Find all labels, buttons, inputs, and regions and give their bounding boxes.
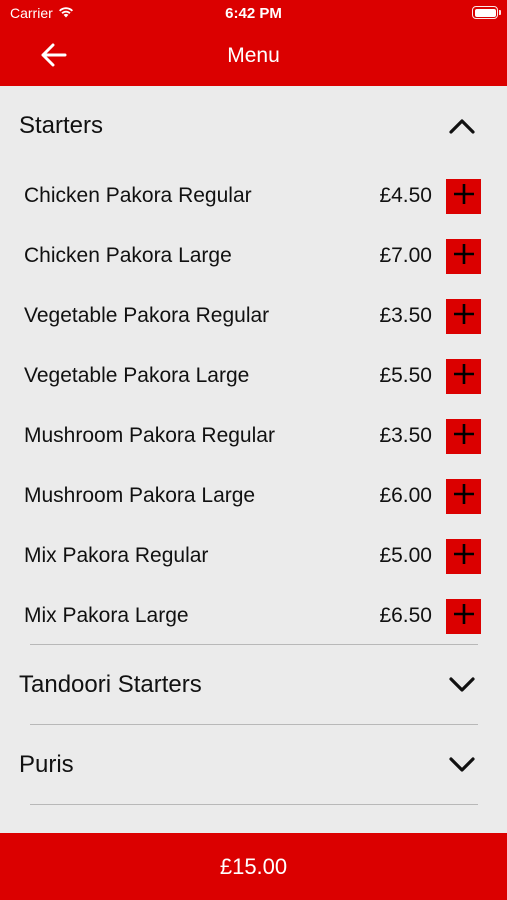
add-to-order-button[interactable]	[446, 299, 481, 334]
item-price: £6.50	[379, 604, 432, 627]
item-price: £6.00	[379, 484, 432, 507]
plus-icon	[453, 183, 475, 210]
item-price: £3.50	[379, 424, 432, 447]
header: Carrier 6:42 PM Menu	[0, 0, 507, 86]
item-name: Mix Pakora Large	[24, 604, 189, 627]
add-to-order-button[interactable]	[446, 179, 481, 214]
section-divider	[30, 724, 478, 725]
page-title: Menu	[227, 44, 280, 67]
chevron-down-icon[interactable]	[446, 751, 478, 779]
item-price: £5.50	[379, 364, 432, 387]
item-price: £7.00	[379, 244, 432, 267]
section-title: Tandoori Starters	[19, 671, 202, 698]
item-name: Mix Pakora Regular	[24, 544, 209, 567]
menu-screen: Carrier 6:42 PM Menu Starters Chicken Pa…	[0, 0, 507, 900]
chevron-up-icon[interactable]	[446, 112, 478, 140]
item-name: Vegetable Pakora Large	[24, 364, 250, 387]
section-header-tandoori-starters[interactable]: Tandoori Starters	[0, 655, 507, 715]
section-title: Starters	[19, 112, 104, 139]
plus-icon	[453, 543, 475, 570]
plus-icon	[453, 363, 475, 390]
menu-item: Vegetable Pakora Regular £3.50	[0, 291, 507, 341]
menu-item: Vegetable Pakora Large £5.50	[0, 351, 507, 401]
section-title: Puris	[19, 751, 74, 778]
item-name: Mushroom Pakora Large	[24, 484, 256, 507]
plus-icon	[453, 243, 475, 270]
add-to-order-button[interactable]	[446, 539, 481, 574]
item-price: £3.50	[379, 304, 432, 327]
plus-icon	[453, 423, 475, 450]
menu-item: Mushroom Pakora Large £6.00	[0, 471, 507, 521]
section-header-starters[interactable]: Starters	[0, 96, 507, 156]
plus-icon	[453, 603, 475, 630]
basket-total-button[interactable]: £15.00	[0, 833, 507, 900]
menu-item: Mushroom Pakora Regular £3.50	[0, 411, 507, 461]
basket-total: £15.00	[219, 853, 288, 879]
status-time: 6:42 PM	[225, 5, 282, 22]
plus-icon	[453, 483, 475, 510]
item-name: Chicken Pakora Regular	[24, 184, 252, 207]
add-to-order-button[interactable]	[446, 479, 481, 514]
item-price: £5.00	[379, 544, 432, 567]
battery-icon	[472, 6, 501, 19]
menu-content: Starters Chicken Pakora Regular £4.50 Ch…	[0, 86, 507, 833]
add-to-order-button[interactable]	[446, 359, 481, 394]
status-bar: Carrier 6:42 PM	[0, 0, 507, 28]
add-to-order-button[interactable]	[446, 419, 481, 454]
section-header-puris[interactable]: Puris	[0, 735, 507, 795]
chevron-down-icon[interactable]	[446, 671, 478, 699]
item-name: Chicken Pakora Large	[24, 244, 232, 267]
add-to-order-button[interactable]	[446, 239, 481, 274]
item-name: Mushroom Pakora Regular	[24, 424, 275, 447]
menu-item: Mix Pakora Regular £5.00	[0, 531, 507, 581]
add-to-order-button[interactable]	[446, 599, 481, 634]
menu-item: Chicken Pakora Large £7.00	[0, 231, 507, 281]
item-name: Vegetable Pakora Regular	[24, 304, 270, 327]
nav-bar: Menu	[0, 28, 507, 86]
plus-icon	[453, 303, 475, 330]
section-divider	[30, 644, 478, 645]
item-price: £4.50	[379, 184, 432, 207]
menu-item: Mix Pakora Large £6.50	[0, 591, 507, 641]
section-divider	[30, 804, 478, 805]
menu-item: Chicken Pakora Regular £4.50	[0, 171, 507, 221]
